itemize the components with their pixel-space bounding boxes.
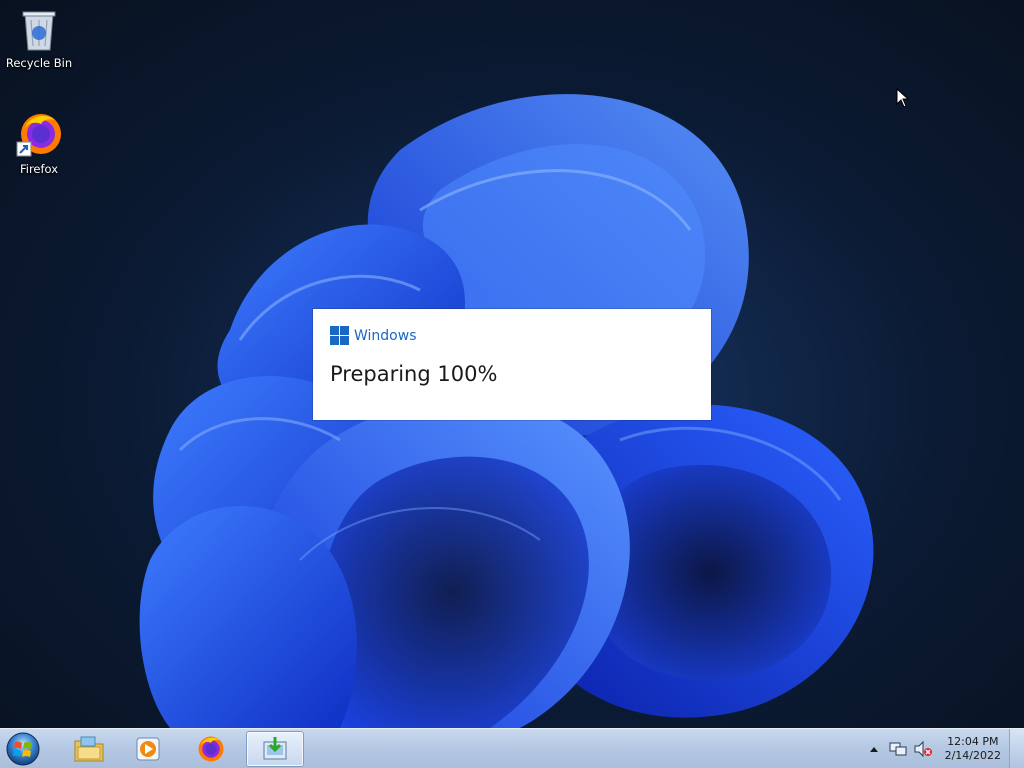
desktop-icon-label: Recycle Bin [5, 56, 73, 70]
dialog-brand: Windows [330, 326, 417, 345]
network-icon[interactable] [889, 741, 907, 757]
setup-progress-dialog: Windows Preparing 100% [313, 309, 711, 420]
clock-date: 2/14/2022 [944, 749, 1001, 762]
file-explorer-icon [74, 736, 104, 762]
taskbar-button-firefox[interactable] [182, 731, 240, 767]
mouse-cursor-icon [896, 88, 910, 108]
taskbar-button-file-explorer[interactable] [60, 731, 118, 767]
system-clock[interactable]: 12:04 PM 2/14/2022 [945, 735, 1001, 763]
media-player-icon [136, 737, 160, 761]
desktop-icon-label: Firefox [19, 162, 59, 176]
desktop-icon-recycle-bin[interactable]: Recycle Bin [1, 6, 77, 70]
start-button[interactable] [3, 730, 47, 768]
volume-muted-icon[interactable] [913, 741, 933, 757]
progress-status-text: Preparing 100% [330, 362, 498, 386]
taskbar-button-installer[interactable] [246, 731, 304, 767]
firefox-icon [198, 736, 224, 762]
clock-time: 12:04 PM [947, 735, 999, 748]
taskbar-button-media-player[interactable] [119, 731, 177, 767]
desktop-icon-firefox[interactable]: Firefox [1, 110, 77, 176]
firefox-icon [16, 114, 61, 157]
show-desktop-button[interactable] [1009, 729, 1024, 768]
recycle-bin-icon [22, 11, 56, 51]
installer-icon [263, 737, 287, 760]
windows-logo-icon [330, 326, 349, 345]
dialog-brand-text: Windows [354, 327, 417, 344]
start-orb-icon [6, 732, 40, 766]
show-hidden-icons-icon[interactable] [869, 745, 879, 753]
taskbar: 12:04 PM 2/14/2022 [0, 728, 1024, 768]
